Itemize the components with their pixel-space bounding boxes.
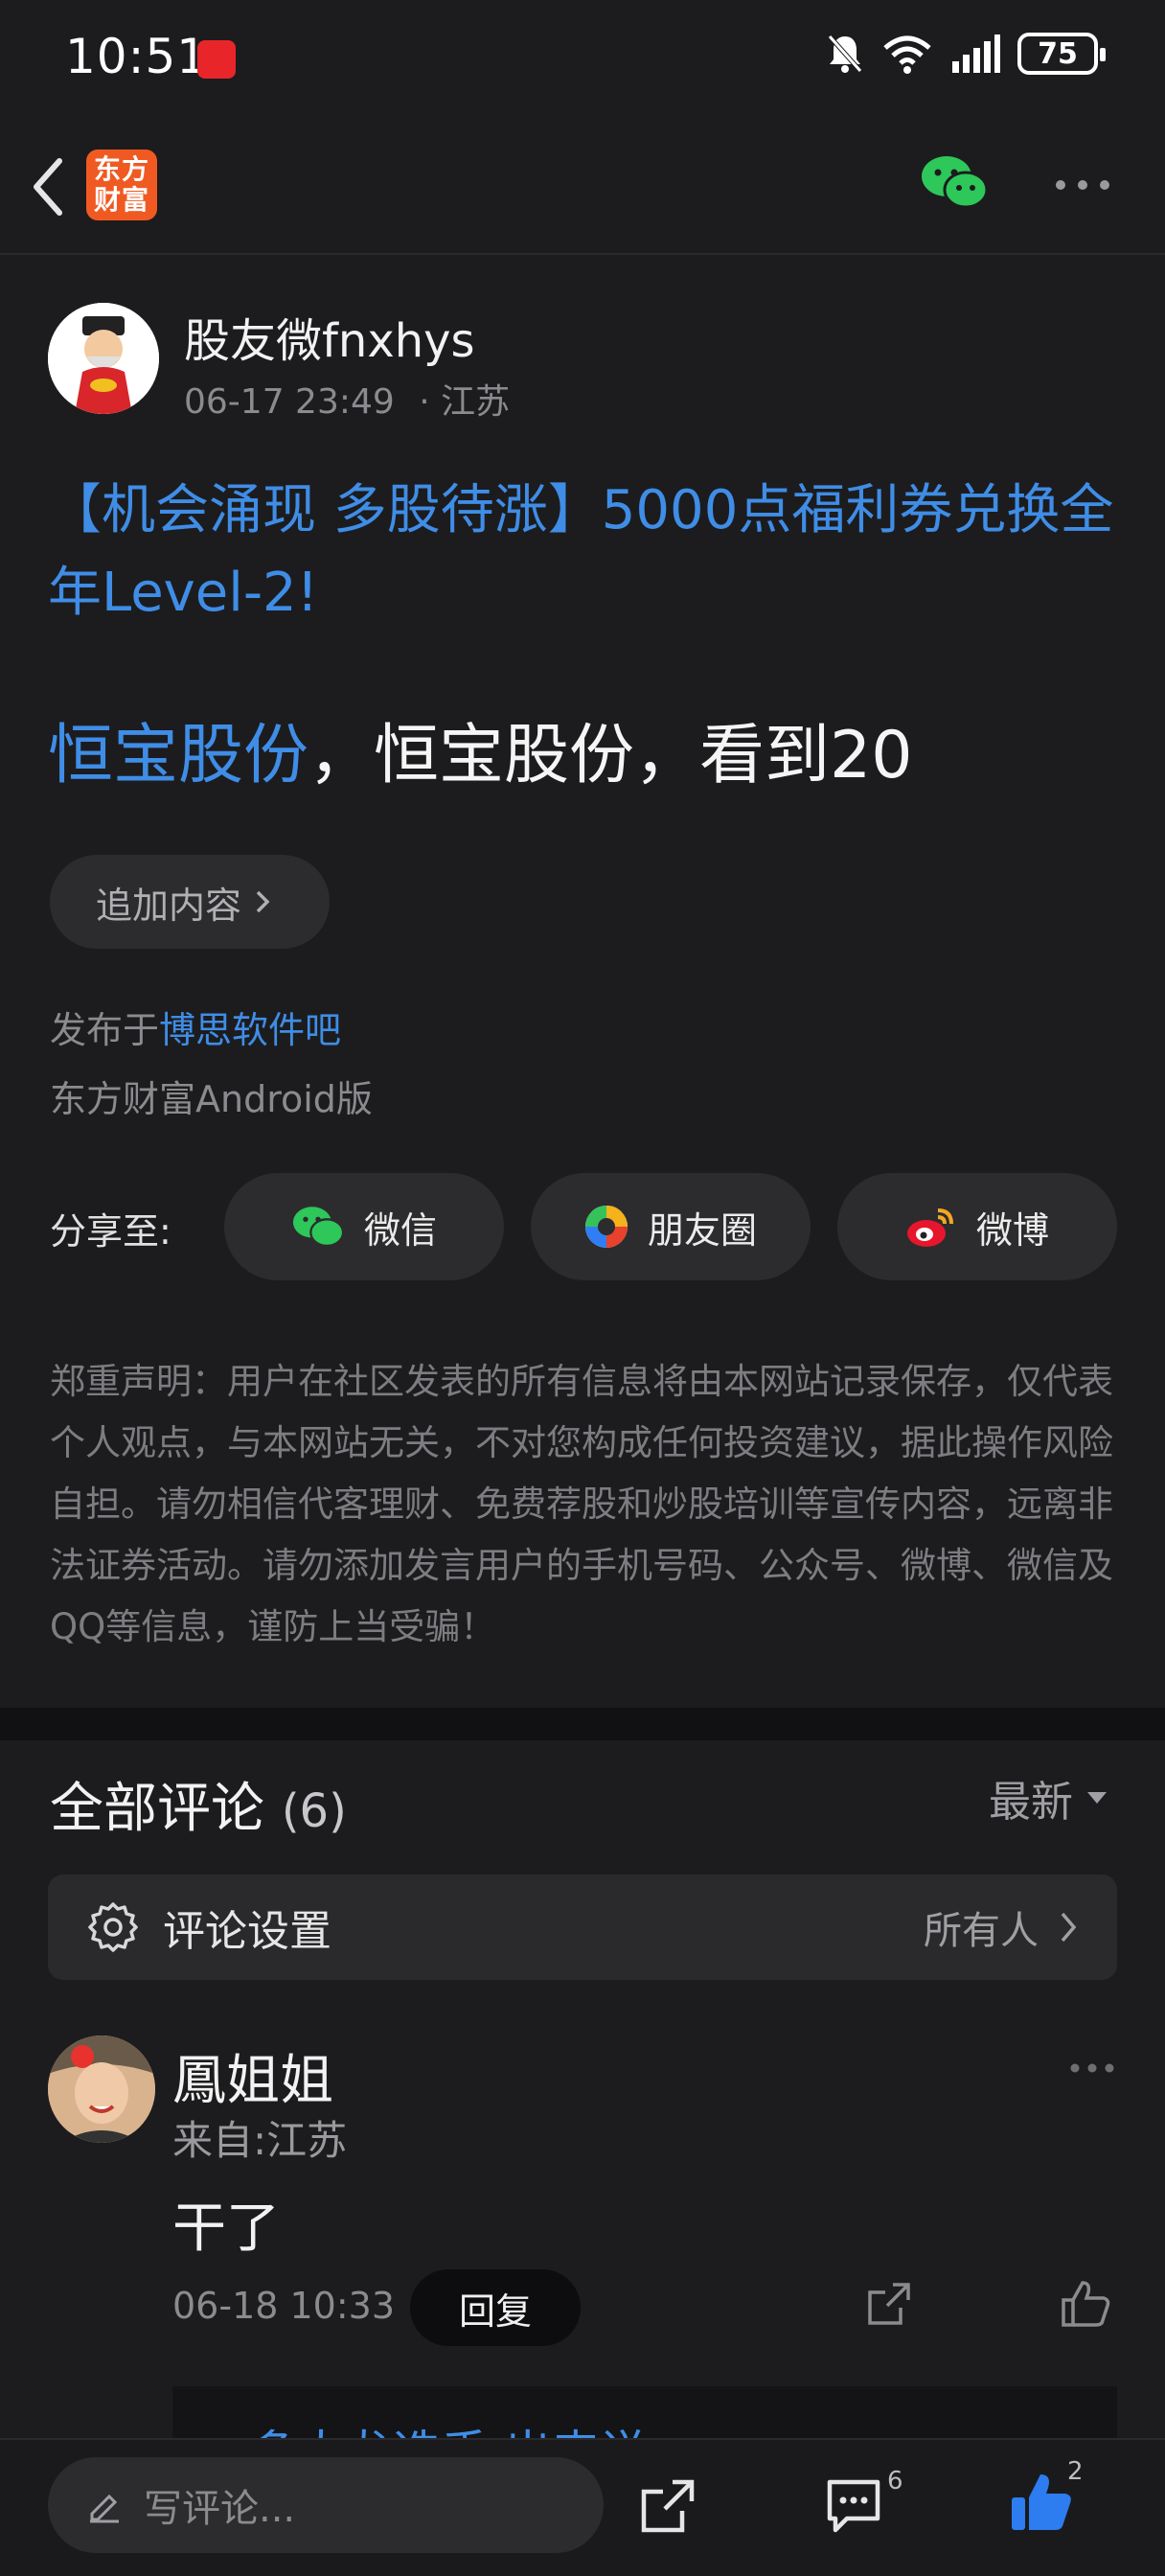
more-options-icon[interactable]	[1054, 178, 1111, 192]
signal-icon	[952, 34, 1000, 73]
caret-down-icon	[1087, 1792, 1107, 1804]
add-content-label: 追加内容	[96, 884, 242, 927]
gear-icon	[88, 1902, 138, 1952]
promo-title-link[interactable]: 【机会涌现 多股待涨】5000点福利券兑换全年Level-2!	[48, 470, 1131, 634]
stock-app-notification-icon	[197, 40, 236, 79]
commenter-location: 来自:江苏	[172, 2117, 348, 2164]
stock-link[interactable]: 恒宝股份	[48, 718, 308, 794]
comment-share-icon[interactable]	[864, 2279, 914, 2329]
comment-settings-value: 所有人	[924, 1909, 1039, 1953]
like-count-badge: 2	[1067, 2457, 1084, 2486]
battery-level: 75	[1038, 36, 1078, 71]
author-avatar[interactable]	[48, 303, 159, 414]
wechat-icon	[292, 1207, 345, 1248]
sort-dropdown[interactable]: 最新	[989, 1767, 1108, 1828]
logo-line-2: 财富	[93, 184, 149, 216]
comment-text: 干了	[172, 2197, 280, 2260]
comment-time: 06-18 10:33	[172, 2285, 396, 2327]
post-body: 恒宝股份，恒宝股份，看到20	[48, 702, 913, 796]
disclaimer-text: 郑重声明：用户在社区发表的所有信息将由本网站记录保存，仅代表个人观点，与本网站无…	[50, 1361, 1113, 1647]
comment-more-icon[interactable]	[1069, 2062, 1115, 2074]
published-prefix: 发布于	[50, 1009, 160, 1051]
share-icon[interactable]	[638, 2476, 697, 2536]
board-link[interactable]: 博思软件吧	[159, 1009, 341, 1051]
thumbs-up-icon	[1012, 2474, 1071, 2530]
comment-count-badge: 6	[887, 2467, 903, 2496]
share-moments-button[interactable]: 朋友圈	[531, 1173, 811, 1280]
client-info: 东方财富Android版	[50, 1078, 373, 1120]
write-comment-input[interactable]: 写评论...	[48, 2457, 604, 2553]
share-moments-label: 朋友圈	[647, 1208, 757, 1252]
wifi-icon	[883, 35, 931, 74]
comments-count: (6)	[281, 1784, 347, 1838]
commenter-name[interactable]: 鳳姐姐	[172, 2037, 333, 2115]
back-arrow-icon[interactable]	[25, 153, 73, 220]
status-indicators: 75	[826, 33, 1106, 75]
top-nav-bar	[0, 115, 1165, 255]
share-weibo-button[interactable]: 微博	[837, 1173, 1117, 1280]
comment-settings-label: 评论设置	[163, 1907, 331, 1956]
eastmoney-logo[interactable]: 东方 财富	[86, 150, 157, 220]
comments-button[interactable]: 6	[824, 2467, 903, 2540]
user-photo-icon	[48, 2036, 155, 2143]
write-comment-placeholder: 写评论...	[144, 2487, 296, 2531]
post-location: · 江苏	[419, 382, 511, 422]
share-wechat-button[interactable]: 微信	[224, 1173, 504, 1280]
comments-title: 全部评论 (6)	[50, 1765, 347, 1843]
logo-line-1: 东方	[93, 153, 149, 185]
mute-bell-icon	[828, 34, 862, 73]
add-content-button[interactable]: 追加内容	[50, 855, 330, 949]
post-meta: 06-17 23:49 · 江苏	[184, 374, 510, 424]
comment-settings-row[interactable]: 评论设置 所有人	[48, 1874, 1117, 1980]
reply-button[interactable]: 回复	[410, 2269, 581, 2346]
share-weibo-label: 微博	[975, 1208, 1049, 1252]
wechat-share-icon[interactable]	[920, 153, 989, 211]
god-of-wealth-avatar-icon	[48, 303, 159, 414]
weibo-icon	[906, 1208, 953, 1247]
comments-title-text: 全部评论	[50, 1778, 264, 1840]
battery-icon: 75	[1017, 33, 1106, 75]
status-time: 10:51	[65, 29, 209, 84]
post-body-text: ，恒宝股份，看到20	[308, 718, 913, 794]
share-label: 分享至:	[50, 1210, 171, 1253]
published-in: 发布于博思软件吧	[50, 1000, 341, 1053]
section-divider	[0, 1708, 1165, 1740]
share-wechat-label: 微信	[363, 1208, 437, 1252]
comment-bubble-icon	[827, 2479, 880, 2533]
commenter-avatar[interactable]	[48, 2036, 155, 2143]
pencil-icon	[90, 2494, 119, 2523]
moments-icon	[584, 1206, 628, 1248]
comment-like-icon[interactable]	[1060, 2279, 1111, 2329]
sort-label: 最新	[989, 1778, 1073, 1827]
chevron-right-icon	[1061, 1912, 1077, 1943]
post-date: 06-17 23:49	[184, 382, 395, 422]
chevron-right-icon	[256, 890, 270, 913]
like-button[interactable]: 2	[1010, 2457, 1084, 2538]
author-name[interactable]: 股友微fnxhys	[184, 303, 475, 370]
